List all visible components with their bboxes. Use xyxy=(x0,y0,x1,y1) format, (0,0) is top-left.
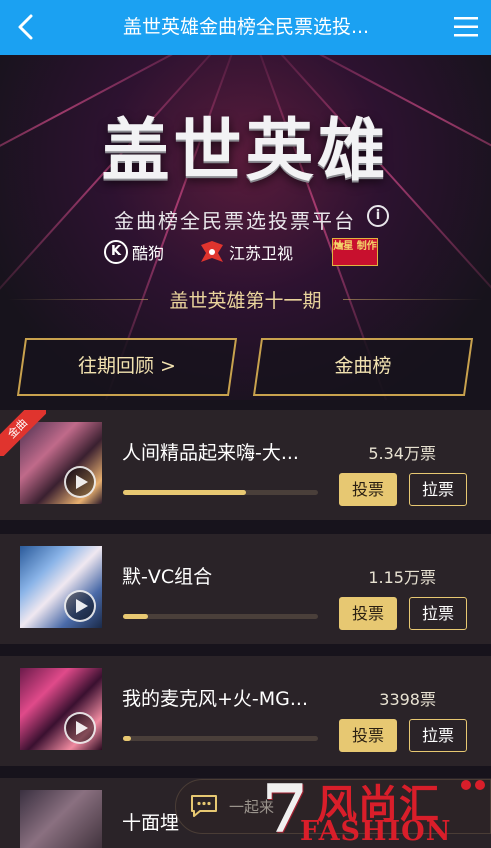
vote-progress-bar xyxy=(123,490,318,495)
list-item: 我的麦克风+火-MG... 3398票 投票 拉票 xyxy=(0,656,491,766)
song-thumbnail[interactable] xyxy=(20,790,102,848)
vote-button[interactable]: 投票 xyxy=(339,597,397,630)
vote-button[interactable]: 投票 xyxy=(339,719,397,752)
top-nav-bar: 盖世英雄金曲榜全民票选投... xyxy=(0,0,491,55)
vote-count: 5.34万票 xyxy=(368,444,436,463)
hamburger-menu-icon[interactable] xyxy=(453,14,479,40)
play-icon[interactable] xyxy=(64,712,96,744)
vote-progress-bar xyxy=(123,736,318,741)
chat-bubble-icon xyxy=(191,795,217,817)
kugou-label: 酷狗 xyxy=(132,244,165,263)
divider xyxy=(343,299,483,300)
jstv-mark-icon xyxy=(201,241,223,262)
song-thumbnail[interactable] xyxy=(20,546,102,628)
jstv-logo: 江苏卫视 xyxy=(198,238,293,266)
kugou-logo: K 酷狗 xyxy=(104,238,164,266)
list-item: 默-VC组合 1.15万票 投票 拉票 xyxy=(0,534,491,644)
song-title: 人间精品起来嗨-大... xyxy=(122,442,299,464)
canxing-mark-icon: ★ 灿星 制作 xyxy=(332,238,378,266)
vote-button[interactable]: 投票 xyxy=(339,473,397,506)
watermark-dots-icon xyxy=(461,780,485,790)
tab-golden-chart-label: 金曲榜 xyxy=(334,355,392,377)
play-icon[interactable] xyxy=(64,590,96,622)
vote-count: 1.15万票 xyxy=(368,568,436,587)
watermark-en: FASHION xyxy=(300,816,452,847)
tab-golden-chart[interactable]: 金曲榜 xyxy=(252,338,474,396)
hero-subtitle: 金曲榜全民票选投票平台 xyxy=(114,209,356,233)
tab-past-episodes-label: 往期回顾 > xyxy=(78,355,176,377)
back-arrow-icon[interactable] xyxy=(12,12,42,42)
page-title: 盖世英雄金曲榜全民票选投... xyxy=(122,16,370,38)
sponsor-logos: K 酷狗 江苏卫视 ★ 灿星 制作 xyxy=(0,238,491,268)
canvass-button[interactable]: 拉票 xyxy=(409,473,467,506)
jstv-label: 江苏卫视 xyxy=(229,244,294,263)
vote-progress-bar xyxy=(123,614,318,619)
canvass-button[interactable]: 拉票 xyxy=(409,719,467,752)
tab-past-episodes[interactable]: 往期回顾 > xyxy=(16,338,238,396)
canxing-logo: ★ 灿星 制作 xyxy=(332,238,378,266)
play-icon[interactable] xyxy=(64,466,96,498)
gold-badge: 金曲 xyxy=(0,410,46,456)
list-item: 金曲 人间精品起来嗨-大... 5.34万票 投票 拉票 xyxy=(0,410,491,520)
song-title: 默-VC组合 xyxy=(122,566,213,588)
kugou-mark-icon: K xyxy=(104,240,128,264)
hero-title: 盖世英雄 xyxy=(101,111,390,191)
song-title: 我的麦克风+火-MG... xyxy=(122,688,309,710)
site-watermark: 7 风尚汇 FASHION xyxy=(262,770,491,848)
song-thumbnail[interactable] xyxy=(20,668,102,750)
canvass-button[interactable]: 拉票 xyxy=(409,597,467,630)
vote-count: 3398票 xyxy=(379,690,436,709)
info-icon[interactable]: i xyxy=(367,205,389,227)
